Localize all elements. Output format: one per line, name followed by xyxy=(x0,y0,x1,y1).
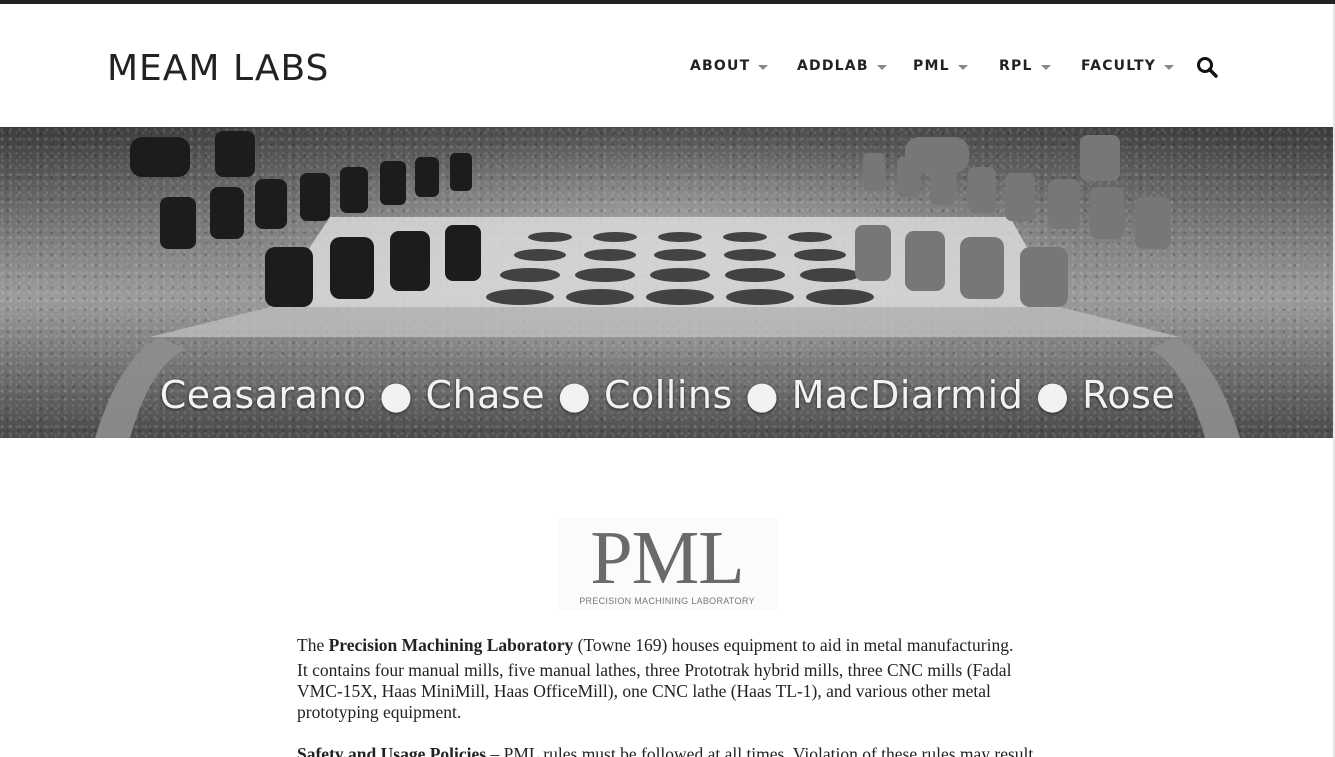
policies-paragraph: Safety and Usage Policies – PML rules mu… xyxy=(297,744,1042,757)
pml-logo-title: PML xyxy=(590,516,744,600)
pml-logo-subtitle: PRECISION MACHINING LABORATORY xyxy=(579,596,755,606)
caret-down-icon xyxy=(1040,64,1051,70)
intro-prefix: The xyxy=(297,635,329,655)
pml-logo: PML PRECISION MACHINING LABORATORY xyxy=(557,518,777,610)
page-content: The Precision Machining Laboratory (Town… xyxy=(297,635,1042,757)
caret-down-icon xyxy=(1164,64,1175,70)
policies-heading: Safety and Usage Policies xyxy=(297,744,487,757)
lab-name: Precision Machining Laboratory xyxy=(328,635,574,655)
caret-down-icon xyxy=(876,64,887,70)
hero-caption: Ceasarano ● Chase ● Collins ● MacDiarmid… xyxy=(159,373,1176,417)
main-nav: ABOUT ADDLAB PML RPL FACULTY xyxy=(0,56,1335,76)
hero-banner: Ceasarano ● Chase ● Collins ● MacDiarmid… xyxy=(0,127,1335,438)
site-header: MEAM LABS ABOUT ADDLAB PML RPL FACULTY xyxy=(0,4,1335,127)
nav-item-rpl[interactable]: RPL xyxy=(999,56,1051,76)
nav-item-addlab[interactable]: ADDLAB xyxy=(797,56,887,76)
search-icon xyxy=(1197,57,1218,78)
nav-label-about: ABOUT xyxy=(690,58,751,74)
search-button[interactable] xyxy=(1196,56,1220,80)
equipment-text: It contains four manual mills, five manu… xyxy=(297,660,1012,722)
nav-item-pml[interactable]: PML xyxy=(913,56,968,76)
caret-down-icon xyxy=(957,64,968,70)
nav-label-rpl: RPL xyxy=(999,58,1033,74)
policies-text: – PML rules must be followed at all time… xyxy=(486,744,1034,757)
nav-item-faculty[interactable]: FACULTY xyxy=(1081,56,1175,76)
nav-label-pml: PML xyxy=(913,58,950,74)
nav-item-about[interactable]: ABOUT xyxy=(690,56,769,76)
intro-paragraph: The Precision Machining Laboratory (Town… xyxy=(297,635,1042,723)
nav-label-faculty: FACULTY xyxy=(1081,58,1157,74)
intro-rest: (Towne 169) houses equipment to aid in m… xyxy=(573,635,1014,655)
nav-label-addlab: ADDLAB xyxy=(797,58,869,74)
caret-down-icon xyxy=(758,64,769,70)
